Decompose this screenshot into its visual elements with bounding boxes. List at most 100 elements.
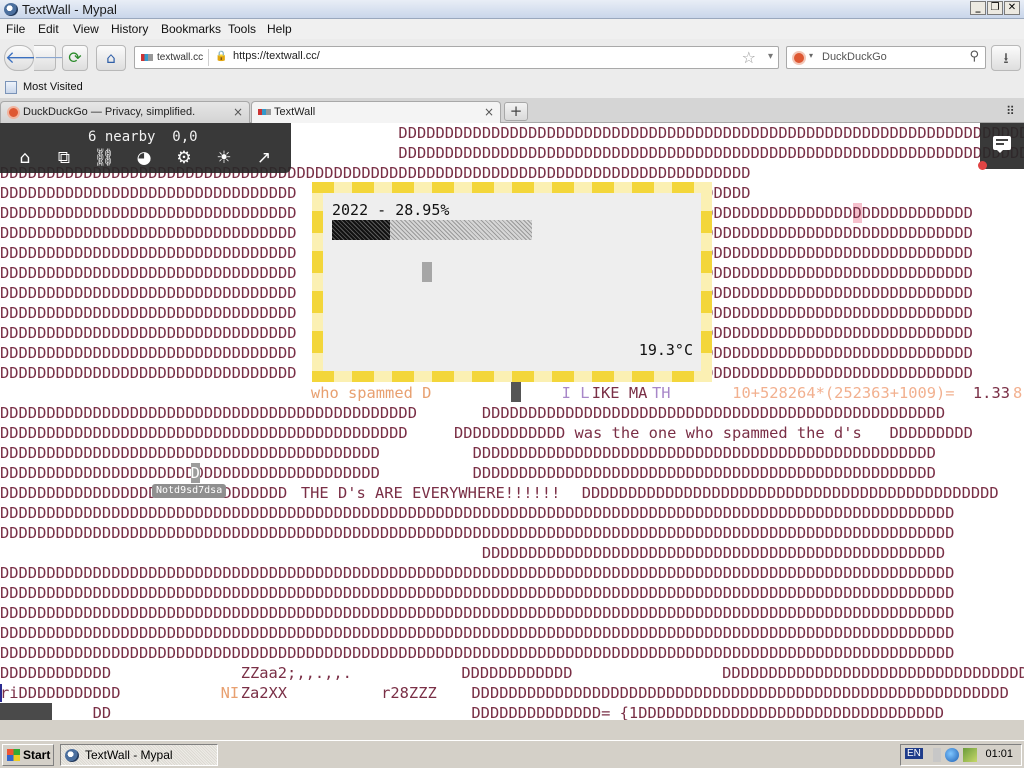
text-fragment: I L [561, 384, 590, 402]
system-tray: EN 01:01 [900, 744, 1022, 766]
remote-selected-char: D [190, 463, 200, 483]
tray-app-icon[interactable] [963, 748, 977, 762]
reload-icon: ⟳ [68, 48, 82, 67]
search-bar[interactable]: ▾ DuckDuckGo ⚲ [786, 46, 986, 69]
palette-icon[interactable]: ◕ [133, 147, 155, 169]
text-wall-line: DDDDDDDDDDDDDDDDDDDDDDDDDDDDDDDDDDDDDDDD… [0, 564, 955, 582]
plus-icon: + [509, 102, 523, 120]
chat-notification-dot [978, 161, 987, 170]
text-fragment: TH [651, 384, 671, 402]
text-fragment: DDDDDDDDDDDDDDDDDDDDDDDDDDDDDDD [0, 484, 288, 502]
chat-button[interactable] [980, 123, 1024, 169]
window-title-bar: TextWall - Mypal _ ❐ ✕ [0, 0, 1024, 19]
search-magnifier-icon[interactable]: ⚲ [969, 49, 979, 64]
minimize-button[interactable]: _ [970, 1, 986, 15]
text-wall-line: DDDDDDDDDDDDDDDDDDDDDDDDDDDDDDDDDDDDDDDD… [0, 584, 955, 602]
expand-arrow-icon[interactable]: ↗ [253, 147, 275, 169]
text-fragment: DDDDDDDDDDDD [461, 664, 573, 682]
downloads-button[interactable]: ⭳ [991, 45, 1021, 71]
most-visited-folder-icon [5, 81, 17, 94]
back-button[interactable]: 🡐 [4, 45, 51, 71]
text-fragment: NI [220, 684, 240, 702]
menu-history[interactable]: History [111, 22, 148, 36]
taskbar-item-label: TextWall - Mypal [85, 748, 173, 762]
duckduckgo-engine-icon[interactable] [792, 51, 806, 65]
remote-user-cursor [511, 382, 521, 402]
bookmark-most-visited[interactable]: Most Visited [23, 81, 83, 93]
tab-label: TextWall [274, 106, 316, 118]
network-globe-icon[interactable] [945, 748, 959, 762]
address-bar[interactable]: textwall.cc 🔒 https://textwall.cc/ ☆ ▾ [134, 46, 779, 69]
reload-button[interactable]: ⟳ [62, 45, 88, 71]
textwall-toolbar: 6 nearby 0,0 ⌂ ⧉ ⛓ ◕ ⚙ ☀ ↗ [0, 123, 291, 173]
new-tab-button[interactable]: + [504, 102, 528, 121]
menu-edit[interactable]: Edit [38, 22, 59, 36]
download-arrow-icon: ⭳ [1003, 49, 1009, 67]
search-engine-dropdown-icon[interactable]: ▾ [809, 51, 813, 60]
tab-duckduckgo[interactable]: DuckDuckGo — Privacy, simplified. × [0, 101, 250, 123]
close-window-button[interactable]: ✕ [1004, 1, 1020, 15]
nearby-and-coords-status: 6 nearby 0,0 [88, 129, 198, 145]
start-label: Start [23, 748, 51, 762]
window-title: TextWall - Mypal [22, 2, 117, 17]
menu-file[interactable]: File [6, 22, 25, 36]
tab-label: DuckDuckGo — Privacy, simplified. [23, 106, 196, 118]
site-identity-label: textwall.cc [157, 52, 204, 63]
selection-box [0, 703, 52, 720]
text-wall-line: DDDDDDDDDDDDDDDDDDDDDDDDDDDDDDDDDDDDDDDD… [0, 404, 946, 422]
site-favicon-icon [141, 54, 153, 61]
home-button[interactable]: ⌂ [96, 45, 126, 71]
tray-device-icon[interactable] [933, 748, 941, 762]
bookmark-star-icon[interactable]: ☆ [742, 48, 756, 67]
menu-bookmarks[interactable]: Bookmarks [161, 22, 221, 36]
brightness-icon[interactable]: ☀ [213, 147, 235, 169]
year-progress-fill [332, 220, 390, 240]
text-fragment: ZZaa2;,,.,,. [240, 664, 352, 682]
url-history-dropdown-icon[interactable]: ▾ [768, 51, 773, 62]
text-wall-line: riDDDDDDDDDDD [0, 684, 121, 702]
menu-tools[interactable]: Tools [228, 22, 256, 36]
menu-view[interactable]: View [73, 22, 99, 36]
home-icon[interactable]: ⌂ [14, 147, 36, 169]
year-progress-widget: 2022 - 28.95% 19.3°C [312, 182, 712, 382]
mypal-app-icon [65, 749, 79, 762]
language-indicator[interactable]: EN [905, 748, 923, 759]
tab-close-icon[interactable]: × [233, 105, 243, 119]
text-wall-line: DDDDDDDDDDDDDDDDDDDDDDDDDDDDDDDDDDDDDDDD… [0, 624, 955, 642]
text-wall-line: DDDDDDDDDDDDDDDDDDDDDDDDDDDDDDDDDDDDDDDD… [0, 444, 936, 462]
text-fragment: 8 [1013, 384, 1023, 402]
url-text[interactable]: https://textwall.cc/ [233, 50, 320, 62]
lock-icon: 🔒 [215, 51, 228, 62]
tab-textwall[interactable]: TextWall × [251, 101, 501, 124]
text-wall-line: DDDDDDDDDDDDDDDDDDDDDDDDDDDDDDDDDDDDDDDD… [0, 424, 973, 442]
link-icon[interactable]: ⛓ [93, 147, 115, 169]
chat-bubble-icon [993, 136, 1011, 153]
text-fragment: DDDDDDDDDDDDDDDDDDDDDDDDDDDDDDDDDDDDDDDD… [471, 684, 1009, 702]
menu-bar: File Edit View History Bookmarks Tools H… [0, 19, 1024, 39]
maximize-button[interactable]: ❐ [987, 1, 1003, 15]
navigation-toolbar: 🡐 🡒 ⟳ ⌂ textwall.cc 🔒 https://textwall.c… [0, 39, 1024, 77]
textwall-favicon-icon [258, 109, 271, 115]
text-wall-line: DDDDDDDDDDDDDDDDDDDDDDDDDDDDDDDDDDDDDDDD… [0, 544, 946, 562]
settings-gear-icon[interactable]: ⚙ [173, 147, 195, 169]
taskbar-item-mypal[interactable]: TextWall - Mypal [60, 744, 218, 766]
text-wall-line: DDDDDDDDDDDDDDDDDDDDDDDDDDDDDDDDDDDDDDDD… [0, 644, 955, 662]
forward-button[interactable]: 🡒 [34, 45, 72, 71]
start-button[interactable]: Start [2, 744, 54, 766]
tab-list-grid-icon[interactable]: ⠿ [1006, 104, 1015, 118]
menu-help[interactable]: Help [267, 22, 292, 36]
remote-user-name-tag: Notd9sd7dsa [152, 484, 227, 498]
bookmarks-toolbar: Most Visited [0, 77, 1024, 98]
search-input[interactable]: DuckDuckGo [822, 51, 887, 63]
tab-strip: DuckDuckGo — Privacy, simplified. × Text… [0, 98, 1024, 124]
text-fragment: DDDDDDDDDDDDDD= {1DDDDDDDDDDDDDDDDDDDDDD… [471, 704, 944, 720]
system-clock: 01:01 [985, 748, 1013, 760]
tab-close-icon[interactable]: × [484, 105, 494, 119]
copy-icon[interactable]: ⧉ [53, 147, 75, 169]
site-identity-button[interactable]: textwall.cc [137, 49, 210, 66]
duckduckgo-favicon-icon [7, 106, 20, 119]
highlighted-char: D [852, 203, 862, 223]
math-result: 1.33 [972, 384, 1010, 402]
windows-taskbar: Start TextWall - Mypal EN 01:01 [0, 740, 1024, 768]
text-fragment: who spammed D [310, 384, 432, 402]
